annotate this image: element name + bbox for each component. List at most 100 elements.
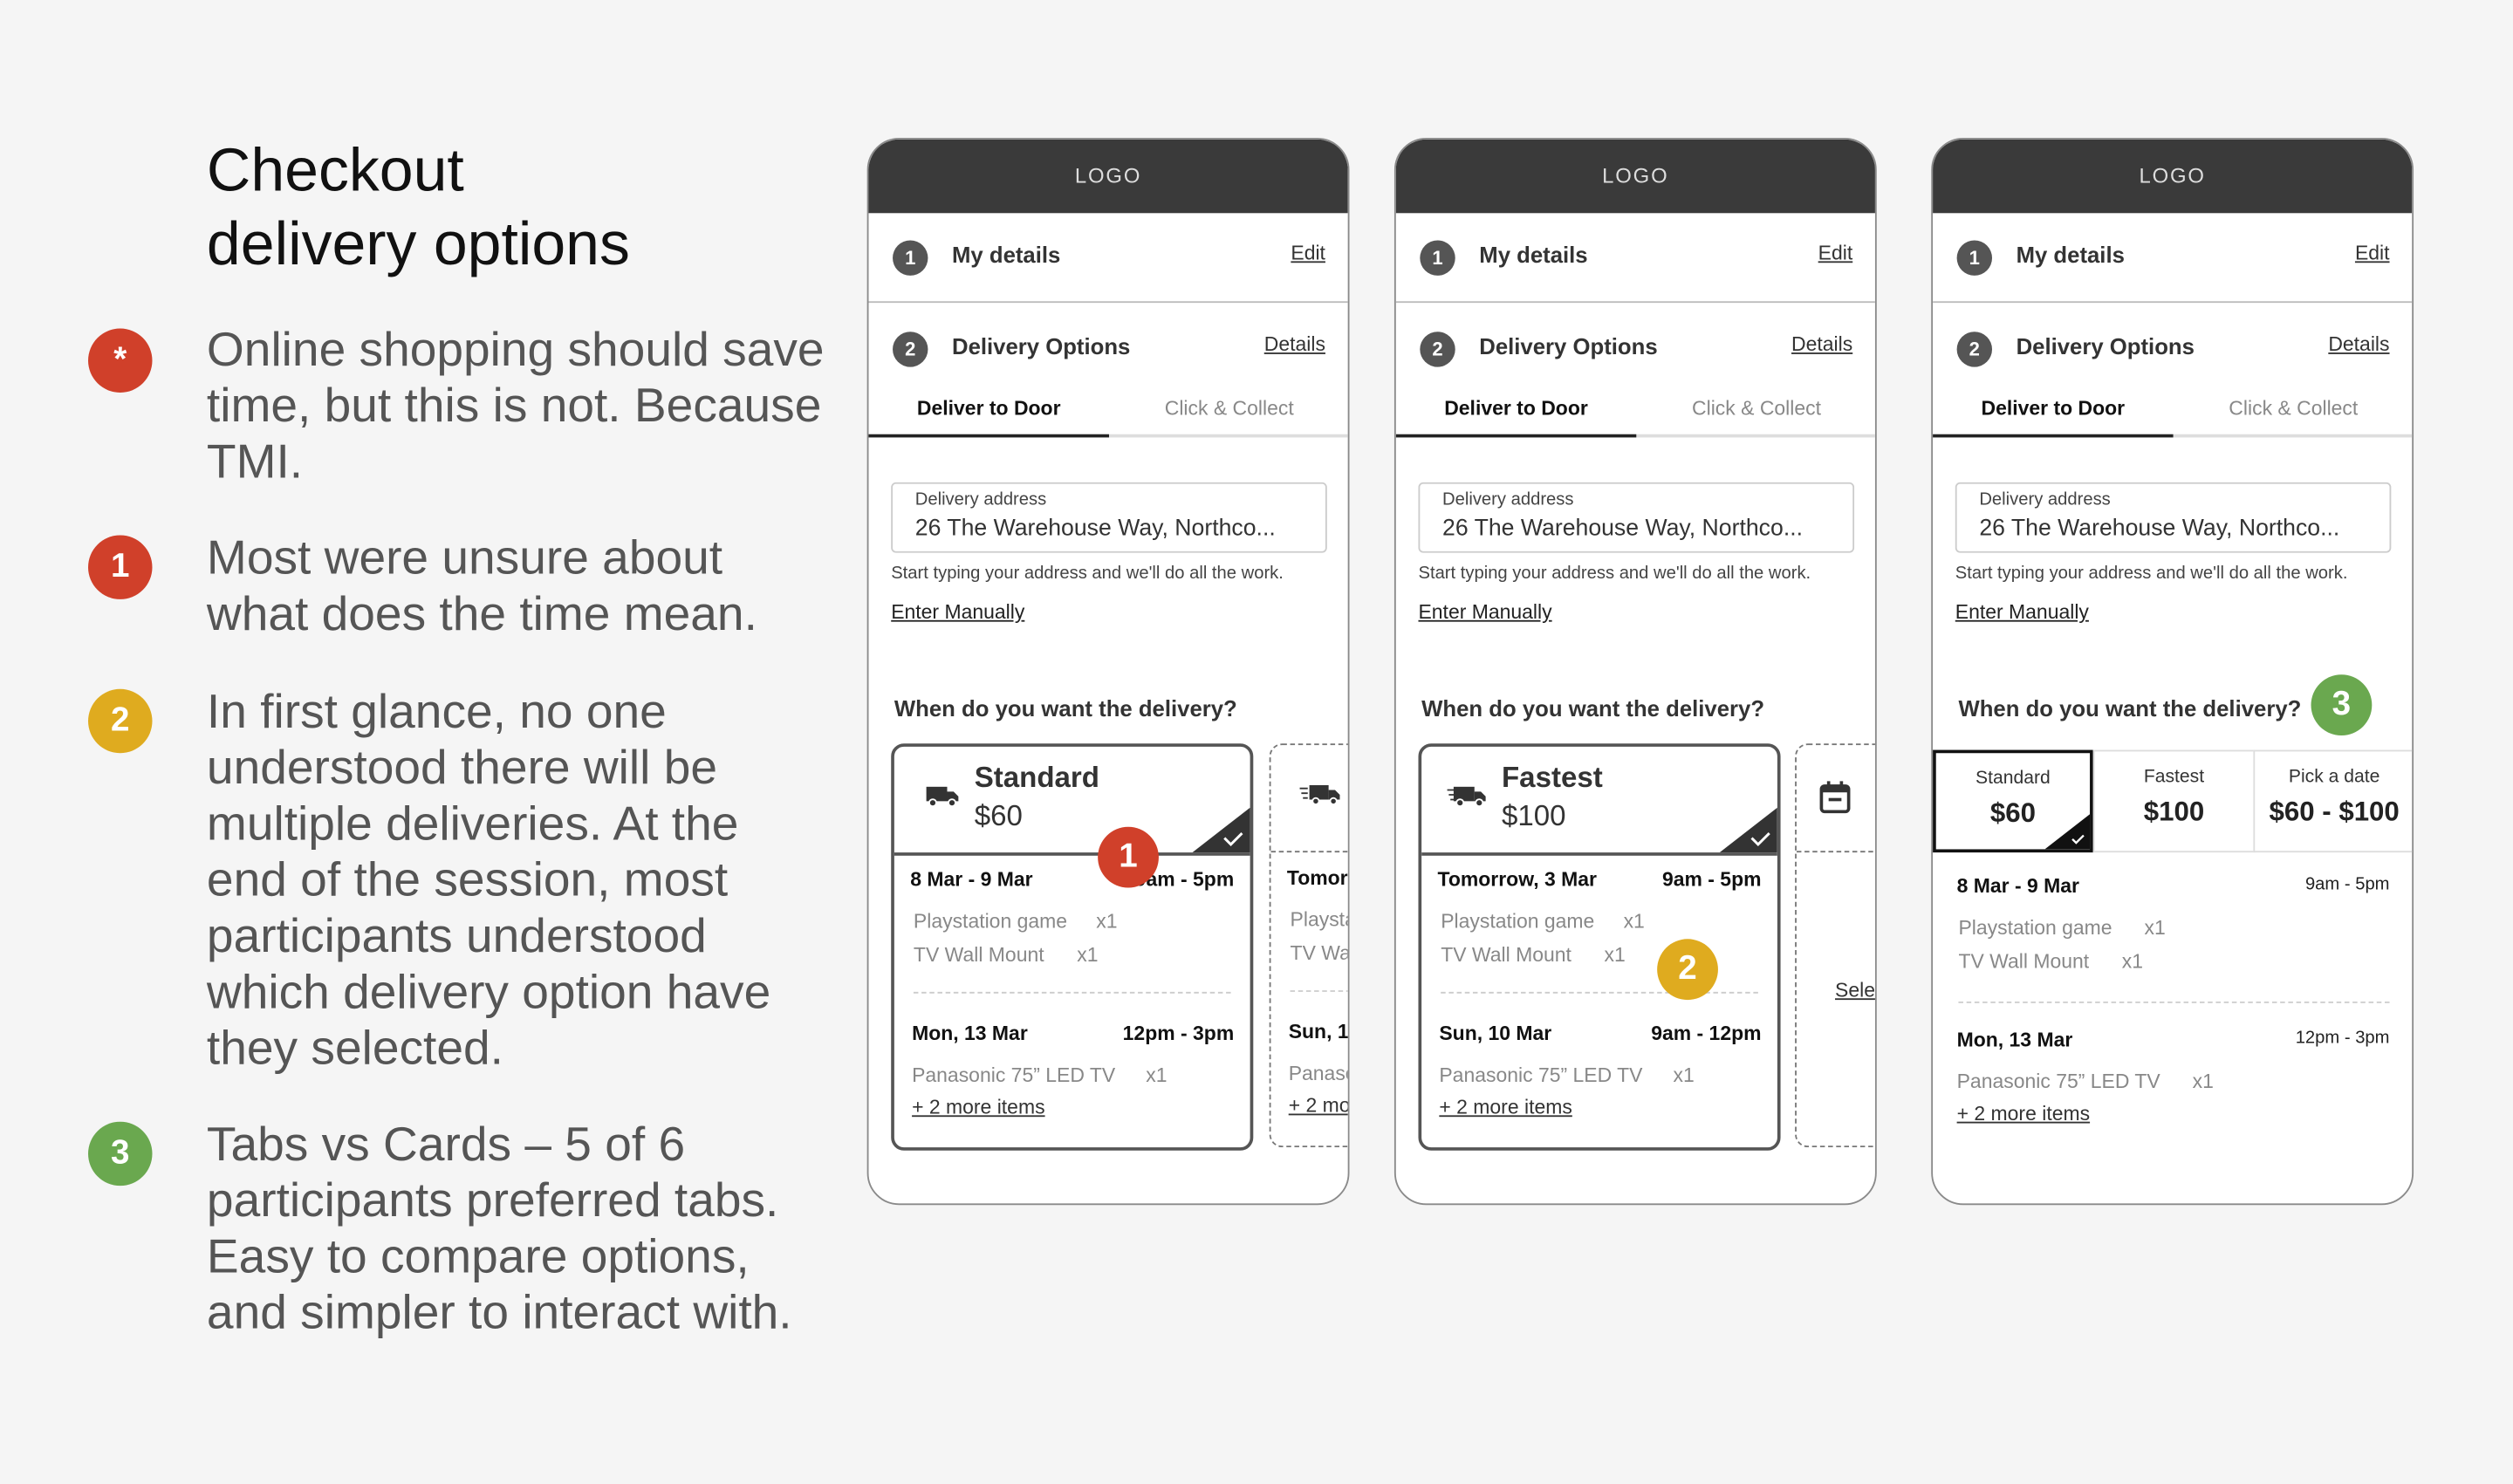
more-items-link[interactable]: + 2 more items xyxy=(912,1096,1044,1118)
edit-link[interactable]: Edit xyxy=(2355,242,2390,264)
step-my-details: 1 My details Edit xyxy=(1933,234,2412,282)
field-value: 26 The Warehouse Way, Northco... xyxy=(1979,516,2340,542)
tab-click-and-collect[interactable]: Click & Collect xyxy=(2174,398,2413,421)
delivery-option-tab-standard[interactable]: Standard $60 xyxy=(1933,749,2093,853)
step-label: Delivery Options xyxy=(1479,333,1658,359)
item-name: Playstation game xyxy=(1290,908,1348,932)
step-label: Delivery Options xyxy=(951,333,1131,359)
note-text: In first glance, no one understood there… xyxy=(206,686,771,1076)
delivery-date: Tomorrow, 3 Mar xyxy=(1286,866,1348,890)
field-label: Delivery address xyxy=(1979,490,2111,510)
item-qty: x1 xyxy=(1604,943,1626,967)
field-value: 26 The Warehouse Way, Northco... xyxy=(1442,516,1804,542)
divider xyxy=(1395,301,1875,304)
details-link[interactable]: Details xyxy=(1264,333,1325,356)
annotation-badge-1: 1 xyxy=(1098,826,1159,888)
note-text: Online shopping should save time, but th… xyxy=(206,324,825,489)
edit-link[interactable]: Edit xyxy=(1818,242,1853,264)
step-label: My details xyxy=(951,242,1061,268)
item-name: TV Wall Mount xyxy=(1290,941,1350,965)
step-number: 2 xyxy=(893,332,928,367)
dashed-divider xyxy=(1958,1001,2390,1003)
more-items-link[interactable]: + 2 more items xyxy=(1957,1103,2090,1125)
note-marker-star: * xyxy=(88,328,153,393)
delivery-option-tab-fastest[interactable]: Fastest $100 xyxy=(2092,749,2254,853)
tab-click-and-collect[interactable]: Click & Collect xyxy=(1636,398,1875,421)
card-header: Standard $60 xyxy=(894,747,1250,856)
selected-check-icon xyxy=(1192,807,1250,853)
enter-manually-link[interactable]: Enter Manually xyxy=(891,601,1024,624)
item-name: Playstation game xyxy=(1441,910,1595,933)
tab-deliver-to-door[interactable]: Deliver to Door xyxy=(1395,398,1637,438)
fast-truck-icon xyxy=(1299,784,1340,805)
field-label: Delivery address xyxy=(1442,490,1574,510)
delivery-time: 9am - 12pm xyxy=(1651,1022,1762,1045)
truck-icon xyxy=(926,786,959,808)
delivery-address-field[interactable]: Delivery address 26 The Warehouse Way, N… xyxy=(1418,482,1855,553)
note-text: Most were unsure about what does the tim… xyxy=(206,531,757,641)
note-marker-3: 3 xyxy=(88,1121,153,1187)
logo-header: LOGO xyxy=(868,139,1348,214)
delivery-date: Tomorrow, 3 Mar xyxy=(1437,868,1597,892)
title-line-2: delivery options xyxy=(206,211,630,279)
delivery-address-field[interactable]: Delivery address 26 The Warehouse Way, N… xyxy=(1955,482,2392,553)
selected-check-icon xyxy=(2044,814,2091,850)
step-label: My details xyxy=(2016,242,2125,268)
card-header xyxy=(1796,745,1875,853)
delivery-time: 12pm - 3pm xyxy=(2295,1029,2390,1049)
tab-click-and-collect[interactable]: Click & Collect xyxy=(1109,398,1348,421)
divider xyxy=(868,301,1348,304)
item-name: TV Wall Mount xyxy=(913,943,1044,967)
enter-manually-link[interactable]: Enter Manually xyxy=(1418,601,1551,624)
field-label: Delivery address xyxy=(914,490,1047,510)
step-delivery-options: 2 Delivery Options Details xyxy=(1396,325,1875,373)
tab-deliver-to-door[interactable]: Deliver to Door xyxy=(868,398,1109,438)
edit-link[interactable]: Edit xyxy=(1291,242,1325,264)
delivery-question: When do you want the delivery? xyxy=(1421,695,1765,721)
step-number: 1 xyxy=(893,240,928,276)
item-name: Panasonic 75” LED TV xyxy=(1956,1070,2160,1093)
enter-manually-link[interactable]: Enter Manually xyxy=(1955,601,2089,624)
delivery-method-tabs: Deliver to Door Click & Collect xyxy=(868,393,1348,438)
item-qty: x1 xyxy=(1096,910,1118,933)
delivery-date: Sun, 10 Mar xyxy=(1288,1020,1349,1043)
phone-mockup-cards-standard: LOGO 1 My details Edit 2 Delivery Option… xyxy=(866,137,1350,1206)
delivery-option-tab-pick-a-date[interactable]: Pick a date $60 - $100 xyxy=(2253,749,2413,853)
delivery-date: Mon, 13 Mar xyxy=(1956,1029,2073,1051)
step-number: 2 xyxy=(1956,332,1993,367)
tab-deliver-to-door[interactable]: Deliver to Door xyxy=(1933,398,2174,438)
pick-a-date-card[interactable]: Select a date xyxy=(1795,743,1875,1148)
step-label: My details xyxy=(1479,242,1588,268)
more-items-link[interactable]: + 2 more items xyxy=(1289,1094,1348,1117)
step-my-details: 1 My details Edit xyxy=(1396,234,1875,282)
more-items-link[interactable]: + 2 more items xyxy=(1439,1096,1571,1118)
item-qty: x1 xyxy=(1673,1063,1695,1087)
details-link[interactable]: Details xyxy=(2328,333,2389,356)
dashed-divider xyxy=(913,991,1231,994)
select-a-date-link[interactable]: Select a date xyxy=(1835,979,1875,1002)
selected-check-icon xyxy=(1719,807,1777,853)
step-number: 1 xyxy=(1420,240,1455,276)
item-name: Panasonic 75” LED TV xyxy=(1439,1063,1643,1087)
delivery-option-card[interactable]: Tomorrow, 3 Mar Playstation game TV Wall… xyxy=(1269,743,1350,1148)
phone-mockup-cards-fastest: LOGO 1 My details Edit 2 Delivery Option… xyxy=(1393,137,1877,1206)
note-text: Tabs vs Cards – 5 of 6 participants pref… xyxy=(206,1118,792,1340)
item-qty: x1 xyxy=(1146,1063,1167,1087)
delivery-time: 9am - 5pm xyxy=(2304,874,2390,894)
delivery-method-tabs: Deliver to Door Click & Collect xyxy=(1395,393,1875,438)
note-marker-1: 1 xyxy=(88,535,153,599)
delivery-date: Sun, 10 Mar xyxy=(1439,1022,1552,1045)
step-my-details: 1 My details Edit xyxy=(868,234,1347,282)
delivery-option-card-selected[interactable]: Standard $60 8 Mar - 9 Mar 9am - 5pm Pla… xyxy=(891,743,1254,1151)
delivery-address-field[interactable]: Delivery address 26 The Warehouse Way, N… xyxy=(891,482,1327,553)
annotation-badge-2: 2 xyxy=(1657,939,1718,1001)
item-qty: x1 xyxy=(2144,916,2166,940)
delivery-option-card-selected[interactable]: Fastest $100 Tomorrow, 3 Mar 9am - 5pm P… xyxy=(1418,743,1781,1151)
phone-mockup-tabs: LOGO 1 My details Edit 2 Delivery Option… xyxy=(1931,137,2414,1206)
helper-text: Start typing your address and we'll do a… xyxy=(1955,564,2348,584)
step-number: 2 xyxy=(1420,332,1455,367)
delivery-date: 8 Mar - 9 Mar xyxy=(1956,874,2079,898)
delivery-question: When do you want the delivery? xyxy=(1958,695,2302,721)
delivery-date: 8 Mar - 9 Mar xyxy=(910,868,1033,892)
details-link[interactable]: Details xyxy=(1791,333,1852,356)
